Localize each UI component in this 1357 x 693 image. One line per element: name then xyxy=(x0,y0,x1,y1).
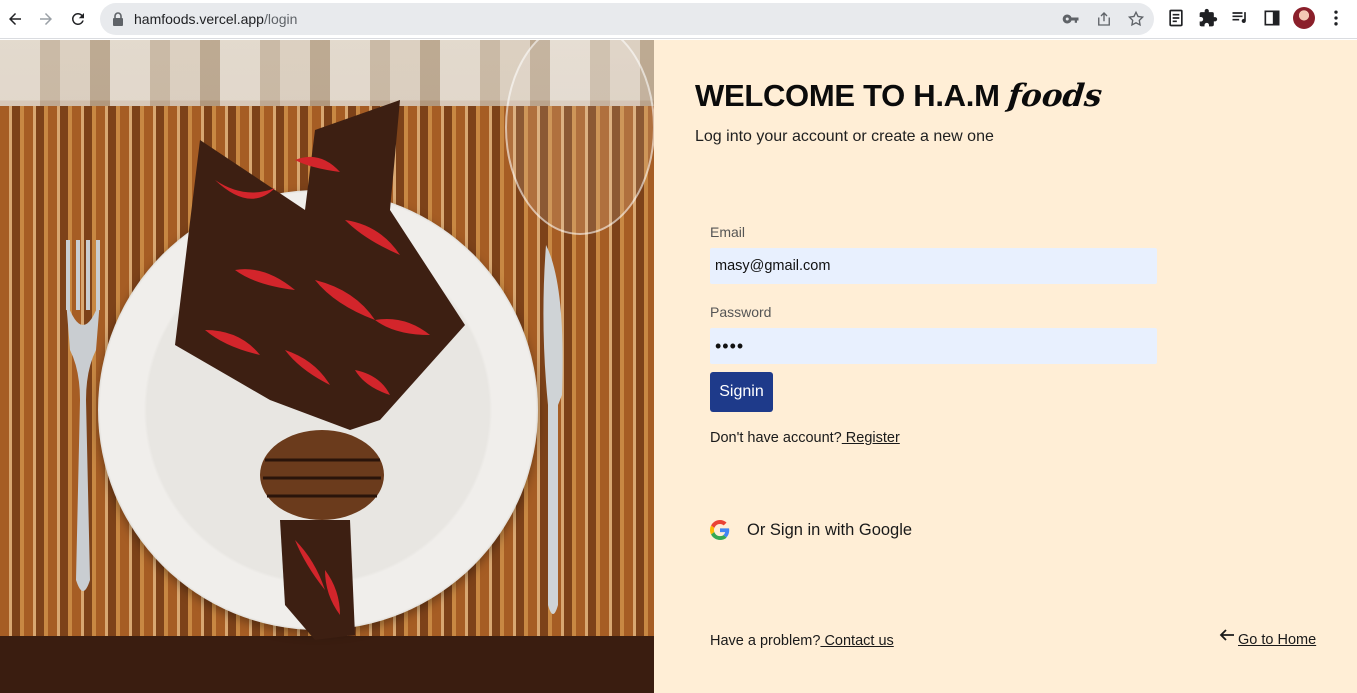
star-icon[interactable] xyxy=(1127,10,1145,28)
url-text: hamfoods.vercel.app/login xyxy=(134,11,297,27)
google-signin-button[interactable]: Or Sign in with Google xyxy=(710,520,912,540)
forward-button[interactable] xyxy=(33,6,59,32)
password-field[interactable] xyxy=(710,328,1157,364)
media-control-icon[interactable] xyxy=(1230,8,1250,28)
knife xyxy=(543,245,563,614)
fork xyxy=(66,240,100,591)
google-logo-icon xyxy=(710,520,730,540)
arrow-left-icon xyxy=(9,13,21,25)
key-icon[interactable] xyxy=(1062,10,1080,28)
browser-toolbar: hamfoods.vercel.app/login xyxy=(0,0,1357,39)
chili-pattern-napkin xyxy=(175,100,465,640)
password-label: Password xyxy=(710,304,772,320)
url-host: hamfoods.vercel.app xyxy=(134,11,264,27)
address-bar[interactable]: hamfoods.vercel.app/login xyxy=(100,3,1154,35)
reload-button[interactable] xyxy=(65,6,91,32)
google-signin-text: Or Sign in with Google xyxy=(747,520,913,539)
go-home-link[interactable]: Go to Home xyxy=(1219,628,1316,648)
url-path: /login xyxy=(263,11,298,27)
page-subtitle: Log into your account or create a new on… xyxy=(695,128,994,145)
share-icon[interactable] xyxy=(1095,10,1113,28)
contact-link[interactable]: Contact us xyxy=(820,633,893,649)
reload-icon xyxy=(71,12,84,25)
signin-button[interactable]: Signin xyxy=(710,372,773,412)
email-field[interactable] xyxy=(710,248,1157,284)
table-edge xyxy=(0,636,654,693)
login-panel: WELCOME TO H.A.M foods Log into your acc… xyxy=(654,40,1357,693)
puzzle-icon[interactable] xyxy=(1198,8,1218,28)
register-prompt: Don't have account? Register xyxy=(710,430,900,446)
back-button[interactable] xyxy=(2,6,28,32)
arrow-right-icon xyxy=(40,13,52,25)
reading-list-icon[interactable] xyxy=(1166,8,1186,28)
brand-script-word: foods xyxy=(1005,78,1104,114)
email-label: Email xyxy=(710,224,746,240)
hero-table-setting-image xyxy=(0,40,654,693)
register-link[interactable]: Register xyxy=(842,430,900,446)
problem-text: Have a problem? xyxy=(710,633,821,649)
side-panel-icon[interactable] xyxy=(1262,8,1282,28)
arrow-left-icon xyxy=(1219,629,1234,641)
page-title: WELCOME TO H.A.M foods xyxy=(695,78,1104,114)
no-account-text: Don't have account? xyxy=(710,430,842,446)
profile-avatar[interactable] xyxy=(1293,7,1315,29)
kebab-menu-icon[interactable] xyxy=(1326,8,1346,28)
welcome-title: WELCOME TO H.A.M xyxy=(695,78,1000,113)
go-home-text: Go to Home xyxy=(1238,632,1317,648)
lock-icon xyxy=(113,12,123,26)
contact-prompt: Have a problem? Contact us xyxy=(710,633,894,649)
